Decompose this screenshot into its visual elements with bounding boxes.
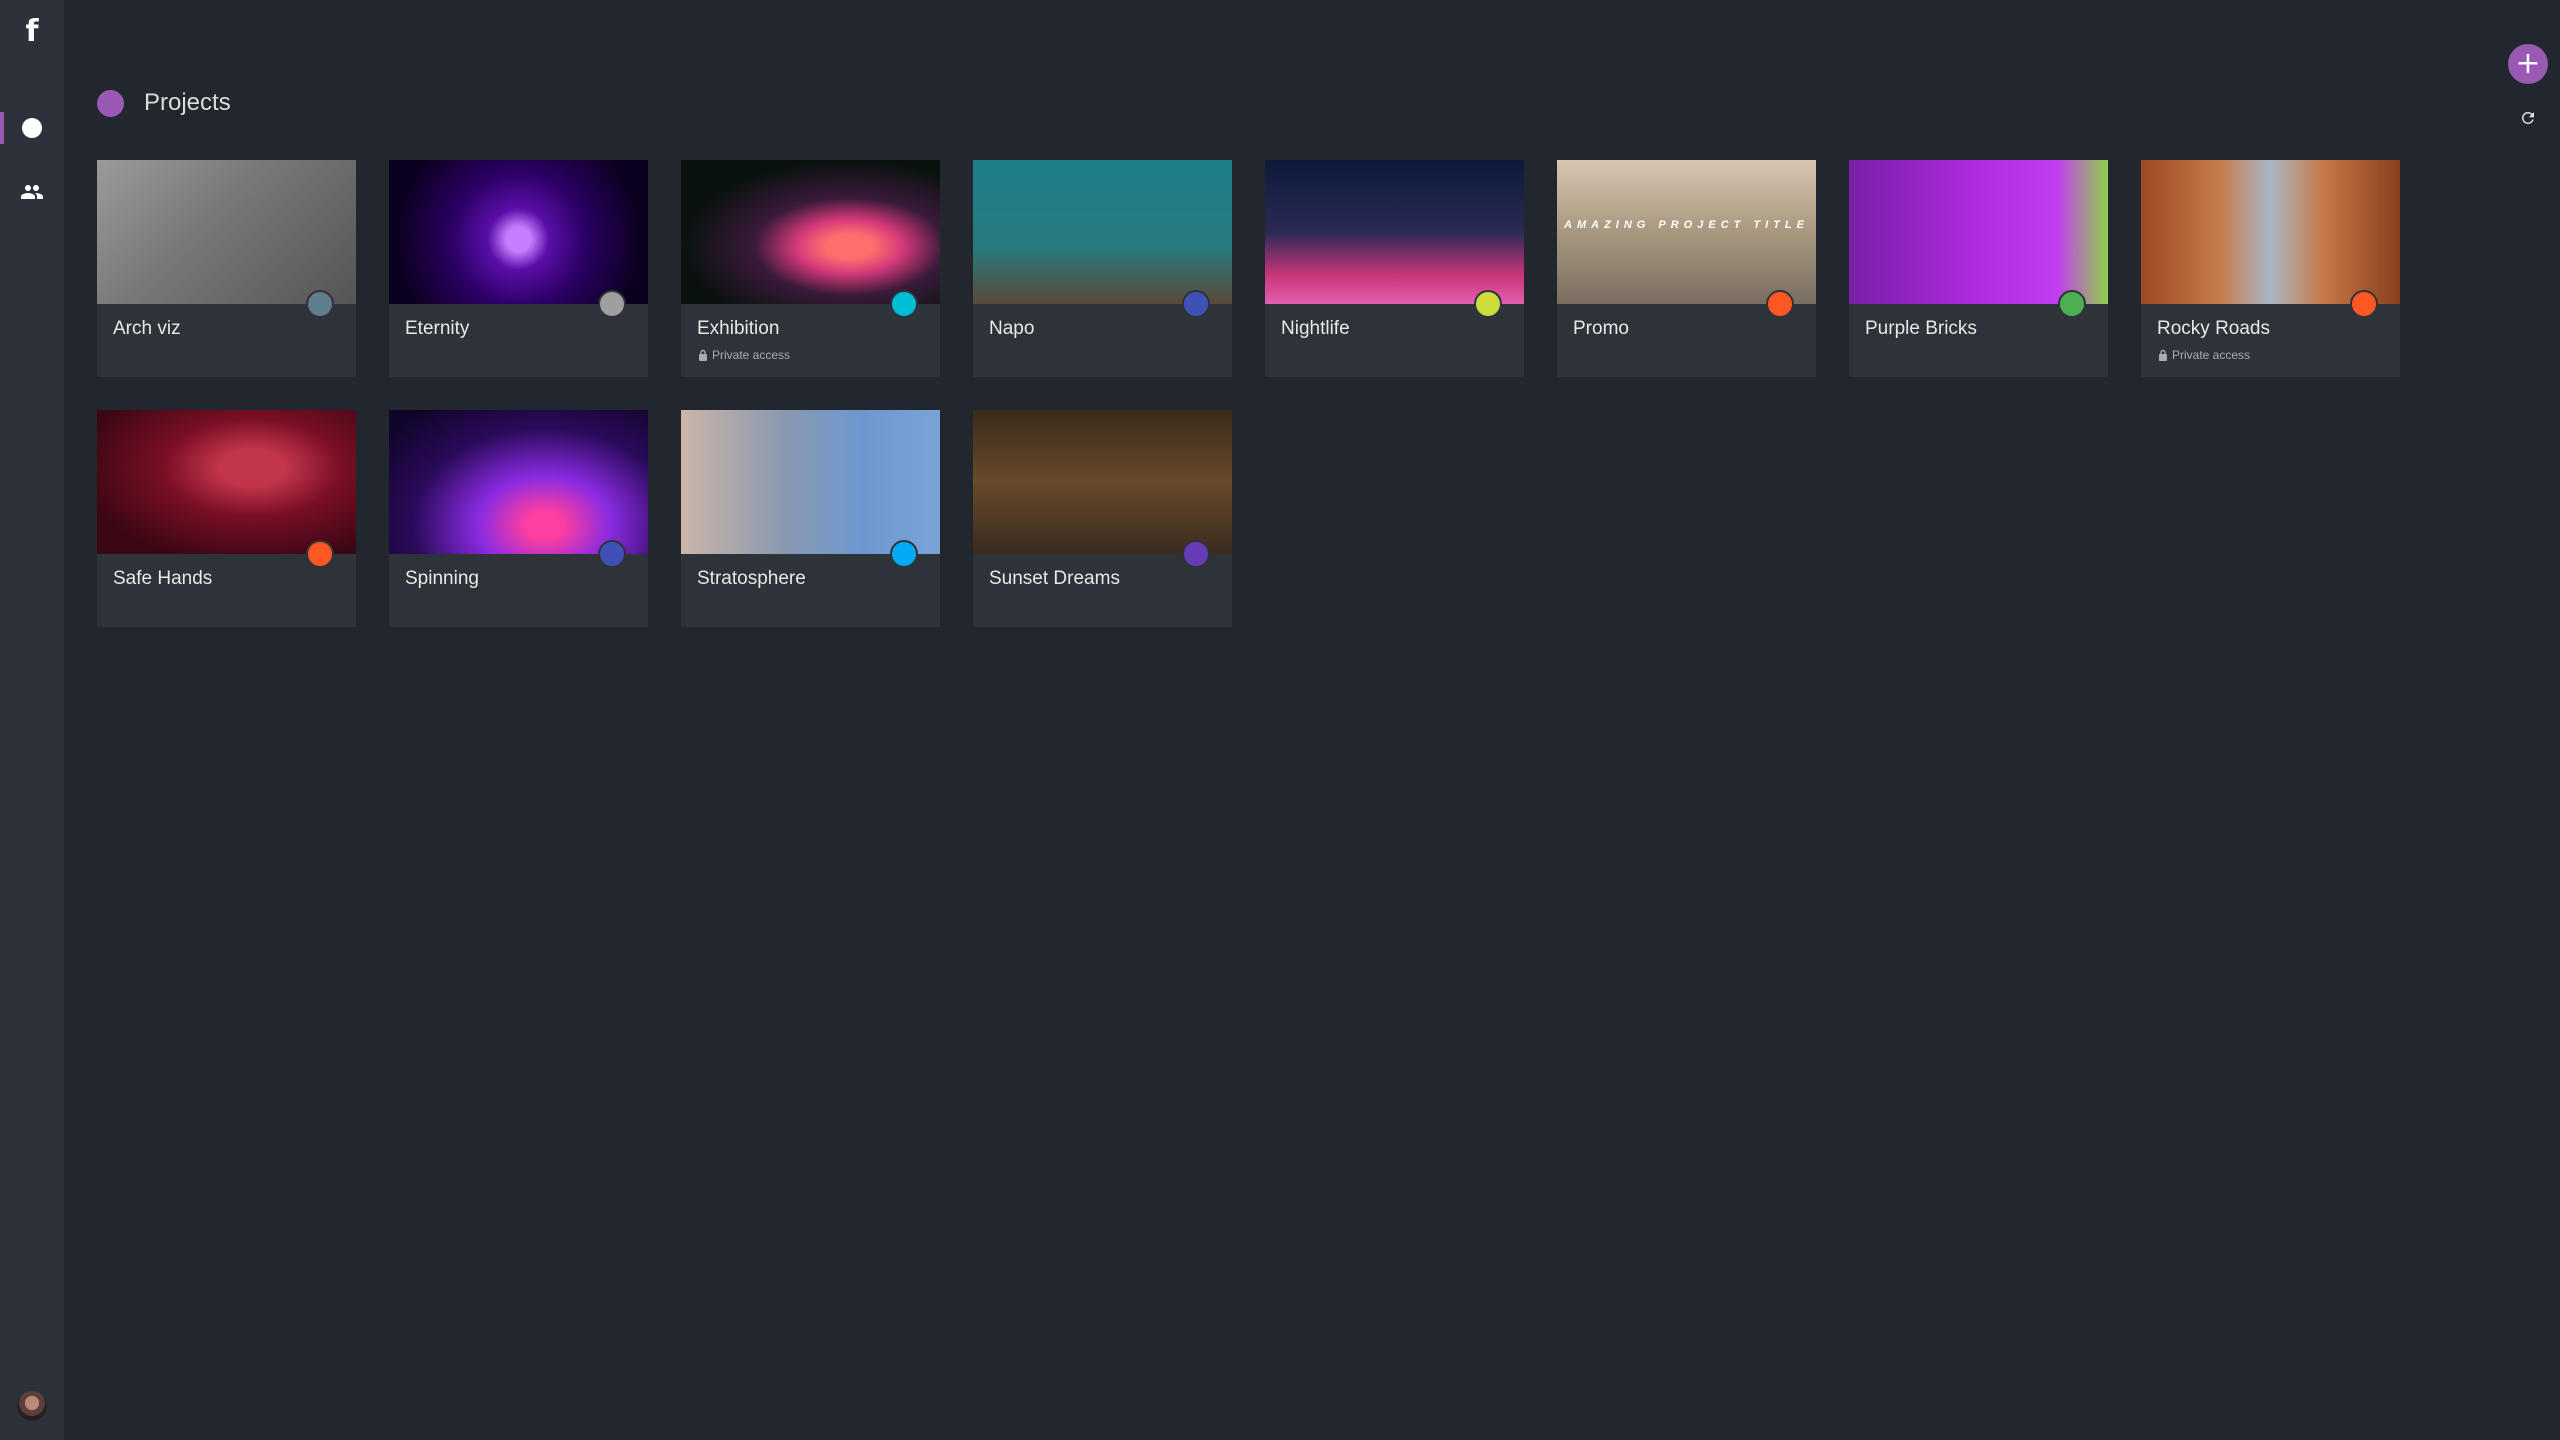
- project-thumbnail: [2141, 160, 2400, 304]
- thumbnail-caption: AMAZING PROJECT TITLE: [1564, 219, 1809, 231]
- sidebar-item-projects[interactable]: [0, 108, 64, 148]
- refresh-icon: [2521, 111, 2534, 124]
- project-card[interactable]: Nightlife: [1265, 160, 1524, 377]
- access-label-text: Private access: [2172, 348, 2251, 362]
- projects-dot-icon: [97, 89, 124, 117]
- project-title: Arch viz: [113, 318, 181, 339]
- status-color-dot[interactable]: [890, 540, 918, 568]
- status-color-dot[interactable]: [598, 290, 626, 318]
- project-thumbnail: [389, 410, 648, 554]
- user-avatar[interactable]: [17, 1391, 47, 1421]
- plus-icon: +: [2515, 46, 2541, 81]
- project-card[interactable]: Sunset Dreams: [973, 410, 1232, 627]
- project-card[interactable]: Stratosphere: [681, 410, 940, 627]
- project-thumbnail: [97, 410, 356, 554]
- project-card[interactable]: Arch viz: [97, 160, 356, 377]
- access-label: Private access: [698, 348, 790, 362]
- project-card[interactable]: AMAZING PROJECT TITLE Promo: [1557, 160, 1816, 377]
- project-title: Safe Hands: [113, 568, 213, 589]
- add-project-button[interactable]: +: [2508, 44, 2548, 84]
- project-title: Spinning: [405, 568, 479, 589]
- project-title: Rocky Roads: [2157, 318, 2270, 339]
- status-color-dot[interactable]: [2350, 290, 2378, 318]
- project-title: Promo: [1573, 318, 1629, 339]
- page-header: Projects: [97, 88, 231, 118]
- project-title: Exhibition: [697, 318, 780, 339]
- project-thumbnail: [97, 160, 356, 304]
- project-thumbnail: [1265, 160, 1524, 304]
- status-color-dot[interactable]: [1474, 290, 1502, 318]
- sidebar: f: [0, 0, 64, 1440]
- status-color-dot[interactable]: [2058, 290, 2086, 318]
- people-icon: [21, 185, 43, 199]
- status-color-dot[interactable]: [306, 540, 334, 568]
- active-indicator: [0, 112, 4, 144]
- access-label: Private access: [2158, 348, 2250, 362]
- project-thumbnail: [681, 410, 940, 554]
- project-title: Purple Bricks: [1865, 318, 1977, 339]
- project-title: Eternity: [405, 318, 470, 339]
- lock-icon: [699, 349, 707, 361]
- project-card[interactable]: Napo: [973, 160, 1232, 377]
- project-thumbnail: AMAZING PROJECT TITLE: [1557, 160, 1816, 304]
- status-color-dot[interactable]: [1182, 540, 1210, 568]
- project-thumbnail: [973, 410, 1232, 554]
- sidebar-item-team[interactable]: [0, 172, 64, 212]
- lock-icon: [2159, 349, 2167, 361]
- project-card[interactable]: Rocky Roads Private access: [2141, 160, 2400, 377]
- project-thumbnail: [973, 160, 1232, 304]
- project-title: Sunset Dreams: [989, 568, 1120, 589]
- project-card[interactable]: Safe Hands: [97, 410, 356, 627]
- project-thumbnail: [1849, 160, 2108, 304]
- project-card[interactable]: Exhibition Private access: [681, 160, 940, 377]
- project-card[interactable]: Eternity: [389, 160, 648, 377]
- status-color-dot[interactable]: [1766, 290, 1794, 318]
- status-color-dot[interactable]: [598, 540, 626, 568]
- access-label-text: Private access: [712, 348, 791, 362]
- project-card[interactable]: Purple Bricks: [1849, 160, 2108, 377]
- project-title: Napo: [989, 318, 1035, 339]
- project-title: Nightlife: [1281, 318, 1350, 339]
- status-color-dot[interactable]: [1182, 290, 1210, 318]
- project-card[interactable]: Spinning: [389, 410, 648, 627]
- circle-icon: [22, 118, 42, 138]
- project-thumbnail: [681, 160, 940, 304]
- refresh-button[interactable]: [2516, 106, 2540, 130]
- status-color-dot[interactable]: [306, 290, 334, 318]
- app-logo[interactable]: f: [0, 14, 64, 49]
- status-color-dot[interactable]: [890, 290, 918, 318]
- project-title: Stratosphere: [697, 568, 806, 589]
- page-title: Projects: [144, 89, 231, 116]
- project-thumbnail: [389, 160, 648, 304]
